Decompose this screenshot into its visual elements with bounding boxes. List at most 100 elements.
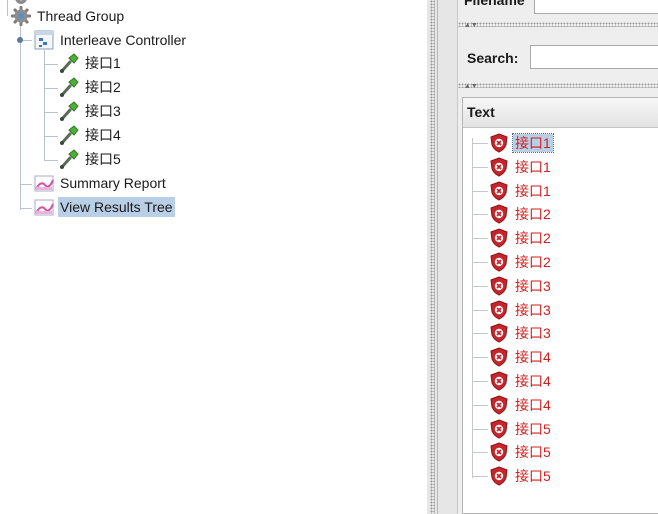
sampler-label: 接口2	[85, 79, 121, 95]
error-shield-icon	[489, 181, 509, 201]
error-shield-icon	[489, 442, 509, 462]
splitter-grip	[430, 0, 435, 514]
search-label: Search:	[467, 50, 519, 66]
result-label: 接口1	[515, 182, 551, 199]
result-label: 接口2	[515, 230, 551, 247]
result-label: 接口3	[515, 277, 551, 294]
tree-line	[44, 64, 58, 65]
divider-grip[interactable]	[458, 83, 658, 88]
sampler-label: 接口1	[85, 55, 121, 71]
error-shield-icon	[489, 133, 509, 153]
result-label: 接口2	[515, 254, 551, 270]
result-row[interactable]: 接口3	[489, 275, 553, 297]
splitter-line	[437, 0, 438, 514]
result-row[interactable]: 接口2	[489, 203, 553, 225]
tree-node-sampler[interactable]: 接口5	[58, 148, 123, 170]
search-input[interactable]	[530, 45, 658, 69]
pipette-icon	[58, 77, 80, 97]
interleave-controller-label: Interleave Controller	[60, 32, 187, 48]
pane-splitter[interactable]	[427, 0, 457, 514]
tree-line	[472, 381, 488, 382]
result-row[interactable]: 接口4	[489, 370, 553, 392]
result-row[interactable]: 接口4	[489, 346, 553, 368]
tree-node-sampler[interactable]: 接口3	[58, 100, 123, 122]
tree-line	[472, 428, 488, 430]
tree-node-interleave-controller[interactable]: Interleave Controller	[33, 29, 188, 51]
tree-node-sampler[interactable]: 接口4	[58, 124, 123, 146]
tree-node-sampler[interactable]: 接口2	[58, 76, 123, 98]
result-label: 接口2	[515, 206, 551, 223]
pipette-icon	[58, 125, 80, 145]
tree-line	[44, 160, 58, 161]
collapse-arrows-icon[interactable]: ▲▼	[464, 83, 478, 90]
result-label: 接口3	[515, 325, 551, 342]
chart-listener-icon	[33, 197, 55, 217]
tree-node-view-results-tree[interactable]: View Results Tree	[33, 196, 175, 218]
result-label: 接口5	[515, 468, 551, 485]
error-shield-icon	[489, 371, 509, 391]
test-plan-tree[interactable]: Thread Group Interleave Controller 接口1 接…	[0, 0, 427, 514]
chart-listener-icon	[33, 173, 55, 193]
results-tree[interactable]: Text 接口1 接口1 接口1 接口2 接口2 接口2 接口3 接口3 接口3 接口4 接口4 接口…	[462, 97, 658, 514]
result-label: 接口4	[515, 349, 551, 366]
error-shield-icon	[489, 228, 509, 248]
tree-node-summary-report[interactable]: Summary Report	[33, 172, 168, 194]
error-shield-icon	[489, 347, 509, 367]
tree-line	[44, 136, 58, 137]
tree-line	[472, 143, 488, 144]
tree-line	[44, 88, 58, 89]
pipette-icon	[58, 149, 80, 169]
result-label: 接口5	[515, 444, 551, 461]
error-shield-icon	[489, 300, 509, 320]
result-row[interactable]: 接口5	[489, 465, 553, 487]
error-shield-icon	[489, 395, 509, 415]
tree-line	[472, 262, 488, 263]
result-row[interactable]: 接口3	[489, 322, 553, 344]
result-row[interactable]: 接口2	[489, 251, 553, 273]
result-label: 接口4	[515, 373, 551, 389]
result-label: 接口4	[515, 396, 551, 413]
error-shield-icon	[489, 204, 509, 224]
results-panel: Filename ▲▼ Search: ▲▼ Text 接口1 接口1 接口1 接口2…	[457, 0, 658, 514]
filename-input[interactable]	[534, 0, 658, 14]
tree-line	[472, 452, 488, 454]
result-label: 接口1	[515, 158, 551, 175]
tree-line	[472, 404, 488, 406]
tree-line	[7, 0, 8, 16]
result-row[interactable]: 接口5	[489, 418, 553, 440]
thread-group-label: Thread Group	[37, 8, 125, 24]
divider-grip[interactable]	[458, 22, 658, 27]
tree-line	[472, 214, 488, 216]
result-row[interactable]: 接口5	[489, 441, 553, 463]
tree-line	[44, 50, 45, 160]
tree-node-thread-group[interactable]: Thread Group	[10, 5, 126, 27]
tree-line	[472, 166, 488, 168]
result-row[interactable]: 接口1	[489, 132, 554, 154]
result-row[interactable]: 接口1	[489, 180, 553, 202]
pipette-icon	[58, 53, 80, 73]
result-label: 接口1	[512, 133, 554, 153]
error-shield-icon	[489, 276, 509, 296]
tree-line	[44, 112, 58, 113]
result-row[interactable]: 接口3	[489, 299, 553, 321]
result-row[interactable]: 接口1	[489, 156, 553, 178]
tree-line	[20, 24, 21, 210]
tree-line	[20, 184, 32, 185]
tree-line	[472, 238, 488, 240]
result-row[interactable]: 接口2	[489, 227, 553, 249]
error-shield-icon	[489, 252, 509, 272]
sampler-label: 接口5	[85, 151, 121, 167]
view-results-tree-label: View Results Tree	[58, 197, 175, 217]
column-header-text: Text	[467, 104, 495, 120]
gear-icon	[10, 6, 32, 26]
pipette-icon	[58, 101, 80, 121]
sampler-label: 接口4	[85, 127, 121, 143]
tree-node-sampler[interactable]: 接口1	[58, 52, 123, 74]
tree-line	[472, 309, 488, 311]
collapse-handle[interactable]	[17, 37, 23, 43]
result-row[interactable]: 接口4	[489, 394, 553, 416]
tree-line	[472, 138, 473, 478]
results-column-header[interactable]: Text	[463, 98, 658, 128]
tree-line	[472, 285, 488, 287]
collapse-arrows-icon[interactable]: ▲▼	[464, 22, 478, 29]
